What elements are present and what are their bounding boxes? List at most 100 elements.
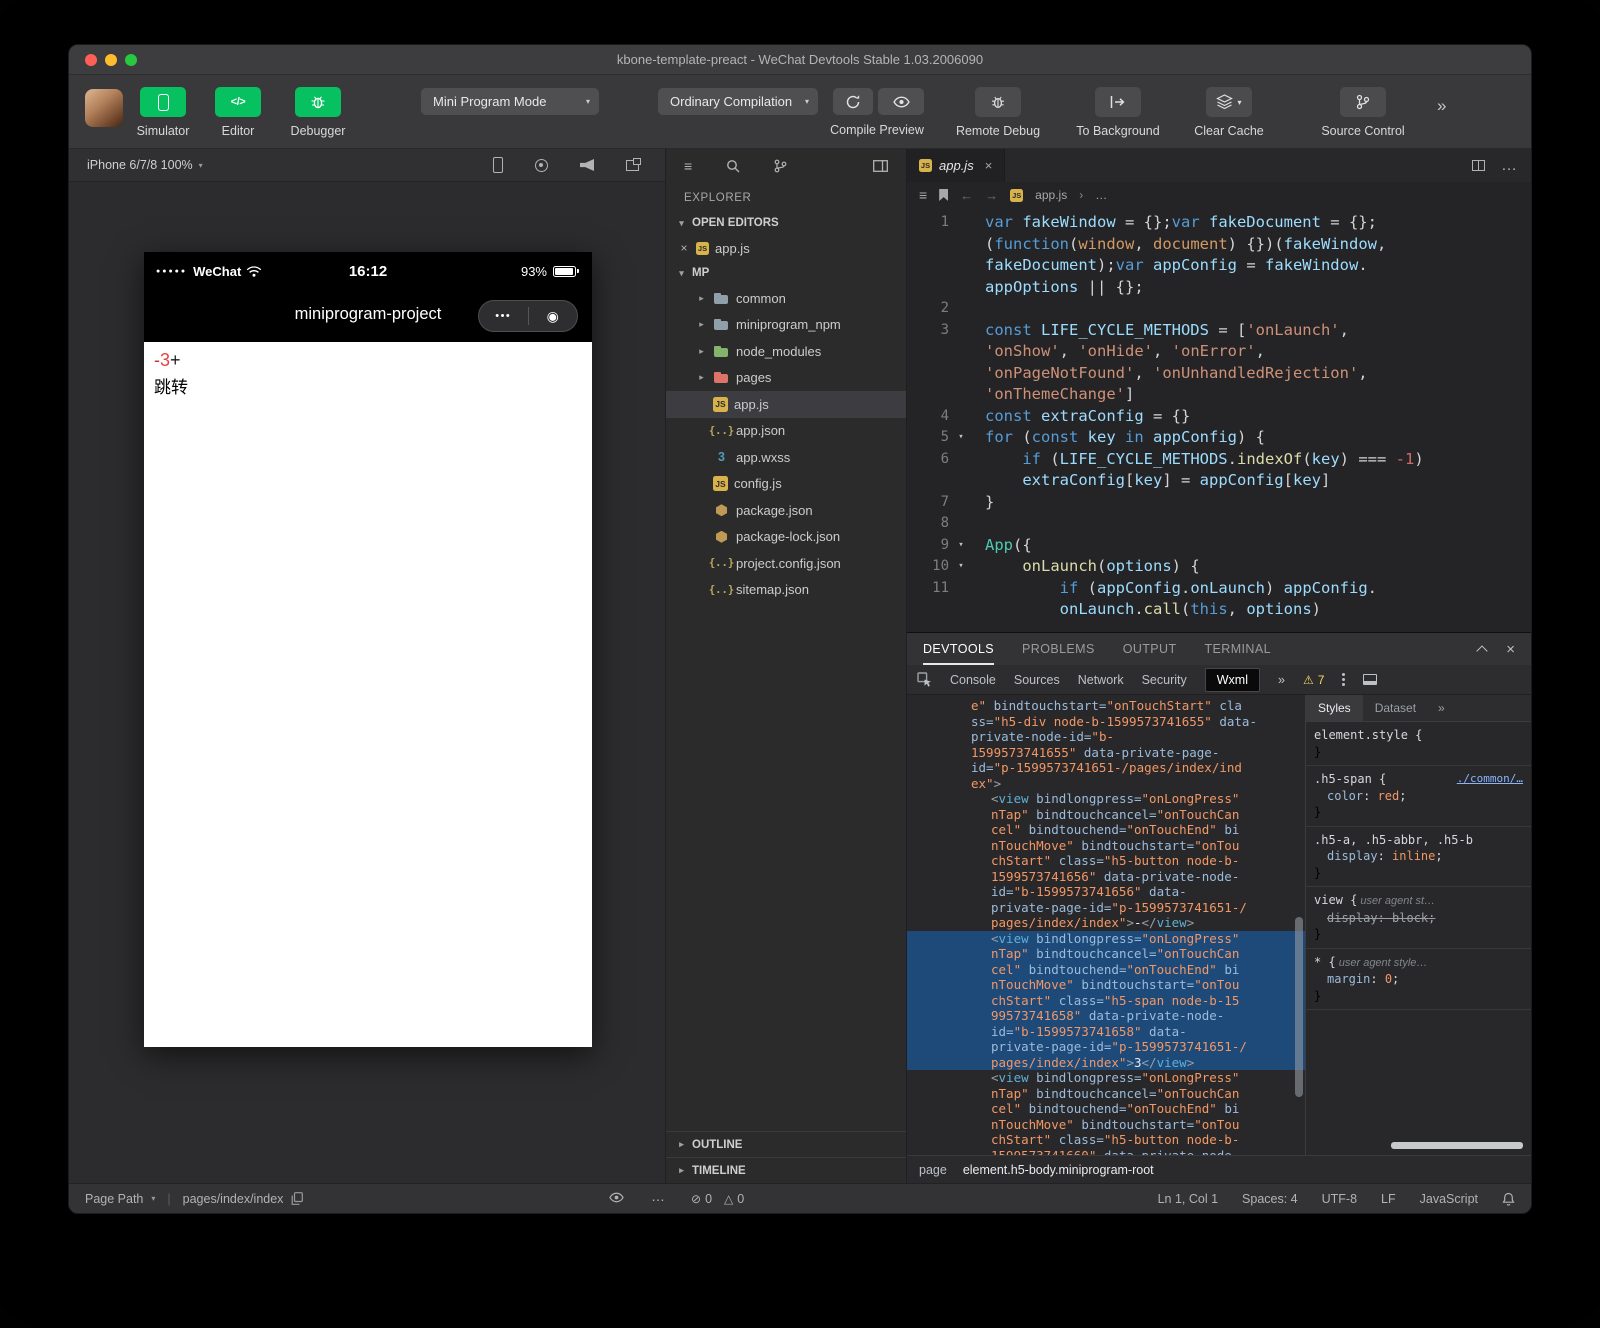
panel-security[interactable]: Security (1142, 673, 1187, 687)
timeline-section[interactable]: ▸ TIMELINE (666, 1157, 906, 1183)
more-actions-icon[interactable]: … (651, 1188, 666, 1204)
popout-window-icon[interactable] (626, 160, 639, 171)
page-path-control[interactable]: Page Path ▾ | pages/index/index (85, 1192, 303, 1206)
search-icon[interactable] (726, 159, 740, 173)
compilation-dropdown[interactable]: Ordinary Compilation ▾ (658, 88, 818, 115)
code-line[interactable]: (function(window, document) {})(fakeWind… (907, 234, 1531, 256)
code-line[interactable]: 9▾App({ (907, 535, 1531, 557)
list-icon[interactable]: ≡ (684, 158, 692, 174)
tree-file-app.js[interactable]: JSapp.js (666, 391, 906, 418)
code-line[interactable]: 1var fakeWindow = {};var fakeDocument = … (907, 212, 1531, 234)
tab-styles[interactable]: Styles (1306, 695, 1363, 721)
tree-file-config.js[interactable]: JSconfig.js (666, 471, 906, 498)
rotate-device-icon[interactable] (493, 157, 503, 173)
language-mode[interactable]: JavaScript (1420, 1192, 1478, 1206)
cursor-position[interactable]: Ln 1, Col 1 (1158, 1192, 1218, 1206)
tab-problems[interactable]: PROBLEMS (1022, 633, 1095, 665)
panel-sources[interactable]: Sources (1014, 673, 1060, 687)
outline-section[interactable]: ▸ OUTLINE (666, 1131, 906, 1157)
toolbar-more-button[interactable]: » (1437, 96, 1446, 116)
panel-console[interactable]: Console (950, 673, 996, 687)
code-line[interactable]: 'onShow', 'onHide', 'onError', (907, 341, 1531, 363)
increment-button[interactable]: + (170, 350, 181, 370)
code-line[interactable]: 3const LIFE_CYCLE_METHODS = ['onLaunch', (907, 320, 1531, 342)
breadcrumb-more[interactable]: … (1095, 188, 1107, 202)
style-rule[interactable]: ./common/….h5-span {color: red;} (1306, 766, 1531, 827)
style-rule[interactable]: view { user agent st…display: block;} (1306, 887, 1531, 949)
bell-icon[interactable] (1502, 1192, 1515, 1206)
code-line[interactable]: extraConfig[key] = appConfig[key] (907, 470, 1531, 492)
code-line[interactable]: 7} (907, 492, 1531, 514)
eol-setting[interactable]: LF (1381, 1192, 1396, 1206)
code-line[interactable]: onLaunch.call(this, options) (907, 599, 1531, 621)
style-rule[interactable]: element.style {} (1306, 722, 1531, 766)
tree-folder-common[interactable]: ▸common (666, 285, 906, 312)
tree-folder-pages[interactable]: ▸pages (666, 365, 906, 392)
tree-file-app.wxss[interactable]: 3app.wxss (666, 444, 906, 471)
tree-file-app.json[interactable]: {..}app.json (666, 418, 906, 445)
project-section[interactable]: ▾ MP (666, 261, 906, 285)
warning-badge[interactable]: ⚠ 7 (1303, 673, 1324, 687)
zoom-window-button[interactable] (125, 54, 137, 66)
tree-folder-node_modules[interactable]: ▸node_modules (666, 338, 906, 365)
close-icon[interactable]: × (678, 241, 690, 255)
split-editor-icon[interactable] (1472, 160, 1485, 171)
forward-icon[interactable]: → (985, 188, 998, 203)
style-rule[interactable]: .h5-a, .h5-abbr, .h5-bdisplay: inline;} (1306, 827, 1531, 888)
clear-cache-button[interactable]: ▾ Clear Cache (1179, 87, 1279, 138)
code-line[interactable]: 'onThemeChange'] (907, 384, 1531, 406)
kebab-menu-icon[interactable] (1342, 673, 1345, 686)
debugger-button[interactable]: Debugger (268, 87, 368, 138)
horizontal-scrollbar[interactable] (1391, 1142, 1523, 1149)
breadcrumb-file[interactable]: app.js (1035, 188, 1067, 202)
capsule-menu-button[interactable]: ••• (479, 310, 528, 322)
breadcrumb-page[interactable]: page (919, 1163, 947, 1177)
scrollbar[interactable] (1295, 917, 1303, 1097)
problems-summary[interactable]: ⊘ 0 △ 0 (691, 1192, 744, 1206)
code-editor[interactable]: 1var fakeWindow = {};var fakeDocument = … (907, 208, 1531, 632)
menu-icon[interactable]: ≡ (919, 187, 927, 203)
code-line[interactable]: 'onPageNotFound', 'onUnhandledRejection'… (907, 363, 1531, 385)
more-actions-icon[interactable]: … (1501, 157, 1517, 175)
console-drawer-icon[interactable] (1363, 674, 1377, 685)
compile-button[interactable] (833, 88, 873, 115)
tree-file-project.config.json[interactable]: {..}project.config.json (666, 550, 906, 577)
panel-network[interactable]: Network (1078, 673, 1124, 687)
device-selector[interactable]: iPhone 6/7/8 100% (87, 158, 193, 172)
wxml-node[interactable]: e" bindtouchstart="onTouchStart" class="… (907, 698, 1305, 791)
wxml-pane[interactable]: e" bindtouchstart="onTouchStart" class="… (907, 695, 1305, 1155)
code-line[interactable]: 5▾for (const key in appConfig) { (907, 427, 1531, 449)
close-icon[interactable]: × (1506, 641, 1515, 658)
panel-wxml[interactable]: Wxml (1205, 668, 1260, 692)
bookmark-icon[interactable] (939, 189, 948, 201)
code-line[interactable]: 4const extraConfig = {} (907, 406, 1531, 428)
tab-output[interactable]: OUTPUT (1123, 633, 1177, 665)
open-editors-section[interactable]: ▾ OPEN EDITORS (666, 211, 906, 235)
code-line[interactable]: 10▾ onLaunch(options) { (907, 556, 1531, 578)
open-editor-app-js[interactable]: × JS app.js (666, 235, 906, 261)
wxml-node[interactable]: <view bindlongpress="onLongPress"nTap" b… (907, 791, 1305, 931)
tree-file-package-lock.json[interactable]: package-lock.json (666, 524, 906, 551)
tree-file-package.json[interactable]: package.json (666, 497, 906, 524)
close-window-button[interactable] (85, 54, 97, 66)
copy-icon[interactable] (291, 1192, 303, 1205)
mode-dropdown[interactable]: Mini Program Mode ▾ (421, 88, 599, 115)
minimize-window-button[interactable] (105, 54, 117, 66)
code-line[interactable]: 8 (907, 513, 1531, 535)
inspect-element-icon[interactable] (917, 672, 932, 687)
code-line[interactable]: fakeDocument);var appConfig = fakeWindow… (907, 255, 1531, 277)
more-panels-icon[interactable]: » (1278, 673, 1285, 687)
wxml-node-selected[interactable]: <view bindlongpress="onLongPress"nTap" b… (907, 931, 1305, 1071)
indentation-setting[interactable]: Spaces: 4 (1242, 1192, 1298, 1206)
code-line[interactable]: 6 if (LIFE_CYCLE_METHODS.indexOf(key) ==… (907, 449, 1531, 471)
more-tabs-icon[interactable]: » (1438, 701, 1445, 715)
navigate-link[interactable]: 跳转 (154, 374, 582, 402)
tree-folder-miniprogram_npm[interactable]: ▸miniprogram_npm (666, 312, 906, 339)
close-icon[interactable]: × (985, 158, 993, 173)
tab-devtools[interactable]: DEVTOOLS (923, 633, 994, 665)
preview-button[interactable] (878, 88, 924, 115)
encoding-setting[interactable]: UTF-8 (1322, 1192, 1357, 1206)
sound-icon[interactable] (580, 159, 594, 171)
source-control-button[interactable]: Source Control (1313, 87, 1413, 138)
tab-app-js[interactable]: JS app.js × (907, 149, 1005, 182)
